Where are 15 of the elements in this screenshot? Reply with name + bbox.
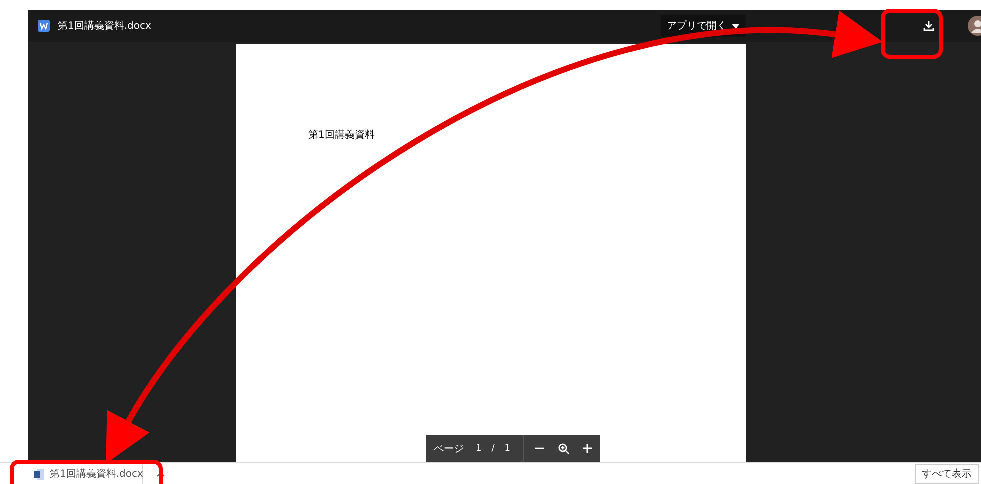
- download-file-name: 第1回講義資料.docx: [50, 468, 144, 481]
- caret-icon: [732, 24, 740, 28]
- word-icon: [38, 20, 50, 32]
- download-item[interactable]: 第1回講義資料.docx: [0, 463, 143, 484]
- word-file-icon: [34, 468, 44, 480]
- file-name: 第1回講義資料.docx: [58, 20, 152, 33]
- current-page: 1: [476, 444, 482, 454]
- chevron-up-icon[interactable]: [157, 472, 166, 476]
- document-text: 第1回講義資料: [308, 128, 375, 142]
- page-label: ページ: [434, 442, 464, 456]
- download-icon[interactable]: [921, 18, 937, 34]
- highlight-frame: [881, 9, 943, 59]
- page-separator: /: [492, 444, 495, 454]
- total-pages: 1: [504, 444, 511, 454]
- show-all-button[interactable]: すべて表示: [915, 464, 979, 484]
